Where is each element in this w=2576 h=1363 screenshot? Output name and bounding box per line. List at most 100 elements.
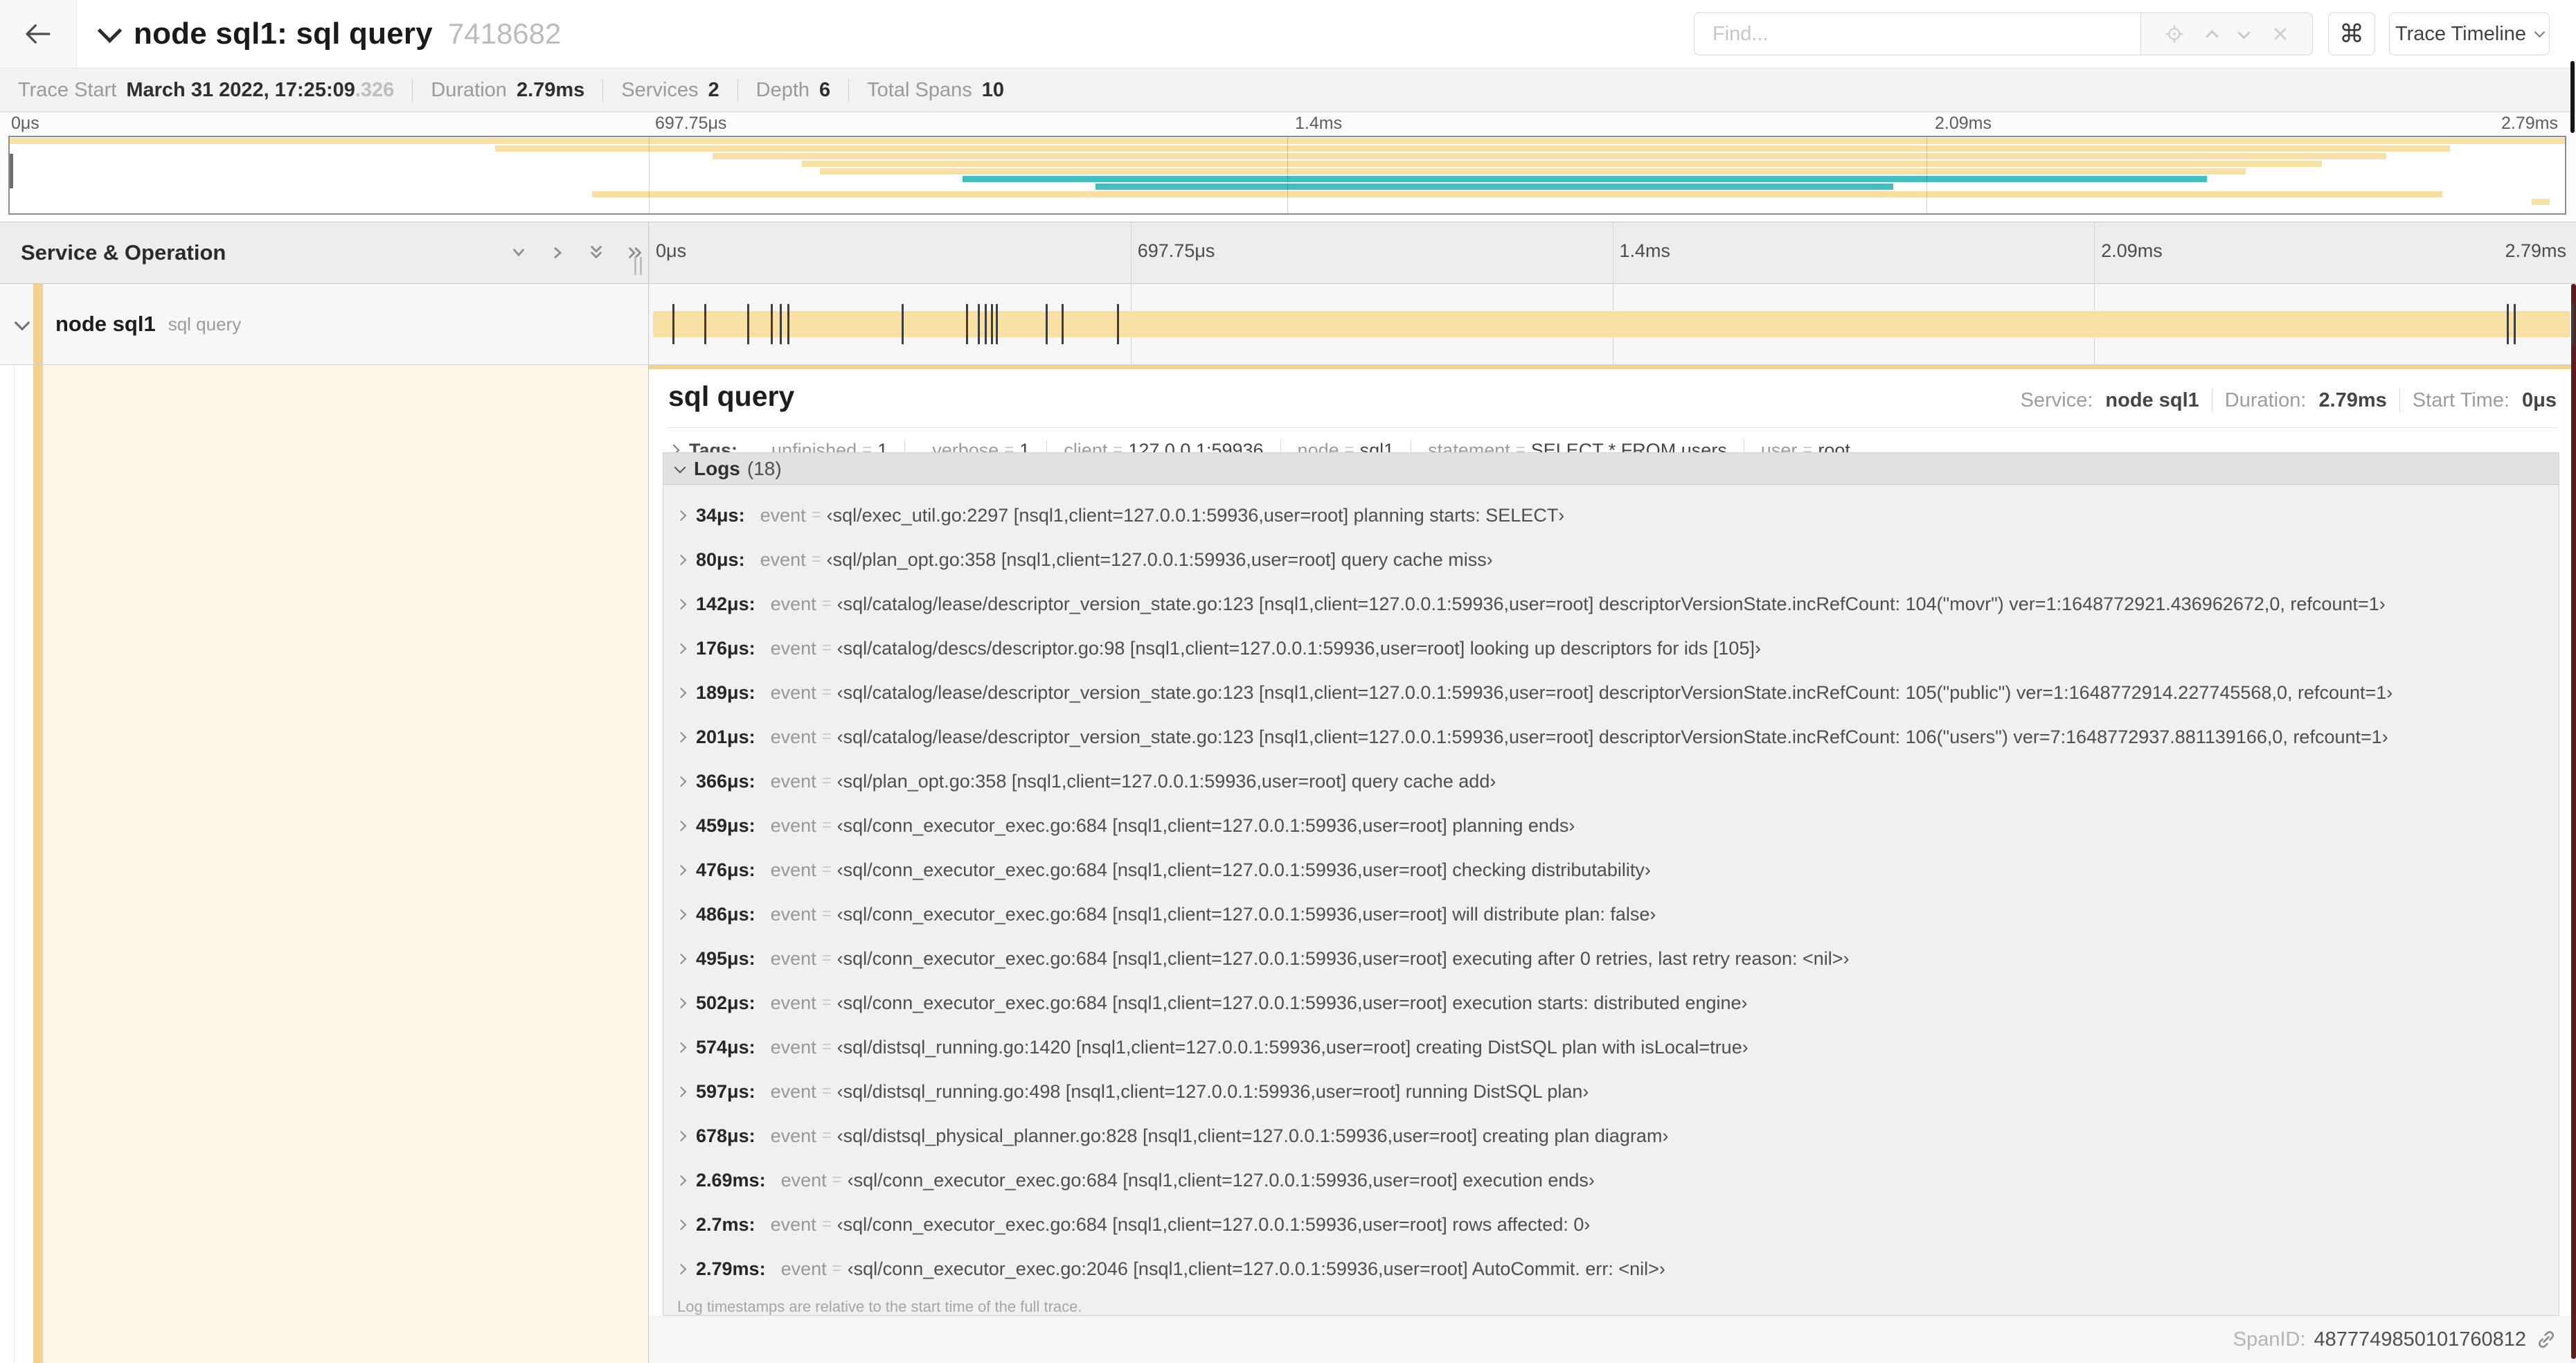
next-match-icon[interactable] (2237, 26, 2251, 39)
log-field-value: ‹sql/catalog/lease/descriptor_version_st… (837, 726, 2388, 747)
minimap-scrub-handle[interactable] (10, 154, 13, 188)
span-row[interactable]: node sql1 sql query (0, 284, 2576, 365)
collapse-one-icon[interactable] (508, 242, 530, 264)
log-field-key: event (770, 726, 816, 747)
log-equals: = (821, 683, 832, 702)
chevron-right-icon (675, 643, 687, 654)
log-marker (995, 304, 998, 344)
trace-info-value: 2 (708, 78, 719, 101)
gridline (1287, 137, 1288, 213)
log-entry[interactable]: 502μs: event = ‹sql/conn_executor_exec.go:6… (675, 981, 2559, 1025)
log-field-value: ‹sql/conn_executor_exec.go:684 [nsql1,cl… (837, 814, 1575, 836)
log-timestamp: 2.7ms: (696, 1213, 755, 1235)
log-timestamp: 597μs: (696, 1080, 755, 1102)
time-tick-label: 1.4ms (1619, 240, 1671, 261)
span-duration-bar[interactable] (653, 311, 2570, 337)
chevron-right-icon (675, 598, 687, 609)
find-input[interactable] (1694, 12, 2141, 55)
time-tick-label: 2.79ms (2501, 114, 2558, 133)
log-equals: = (821, 860, 832, 879)
log-entry[interactable]: 142μs: event = ‹sql/catalog/lease/descripto… (675, 582, 2559, 626)
log-entry[interactable]: 459μs: event = ‹sql/conn_executor_exec.go:6… (675, 803, 2559, 848)
log-equals: = (821, 1037, 832, 1056)
span-service-name: node sql1 (55, 312, 156, 336)
trace-id: 7418682 (447, 17, 562, 50)
log-entry[interactable]: 574μs: event = ‹sql/distsql_running.go:1420… (675, 1025, 2559, 1069)
logs-header[interactable]: Logs (18) (663, 453, 2559, 485)
log-entry[interactable]: 476μs: event = ‹sql/conn_executor_exec.go:6… (675, 848, 2559, 892)
log-timestamp: 678μs: (696, 1125, 755, 1146)
row-collapse-icon[interactable] (14, 314, 30, 331)
trace-info-value: 2.79ms (516, 78, 585, 101)
minimap-canvas[interactable] (8, 136, 2566, 215)
log-entry[interactable]: 678μs: event = ‹sql/distsql_physical_planne… (675, 1114, 2559, 1158)
log-field-key: event (770, 814, 816, 836)
log-entry[interactable]: 366μs: event = ‹sql/plan_opt.go:358 [nsql1,… (675, 759, 2559, 803)
locate-icon[interactable] (2164, 24, 2185, 44)
collapse-all-icon[interactable] (585, 242, 607, 264)
link-icon[interactable] (2534, 1328, 2558, 1351)
duration-label: Duration: (2224, 389, 2307, 411)
log-entry[interactable]: 80μs: event = ‹sql/plan_opt.go:358 [nsql1,c… (675, 537, 2559, 582)
log-field-key: event (770, 770, 816, 792)
log-equals: = (811, 550, 821, 569)
chevron-right-icon (675, 864, 687, 875)
columns-header: Service & Operation 0μs 697.75μs 1.4ms 2.09… (0, 222, 2576, 284)
trace-info-suffix: .326 (355, 78, 395, 101)
log-entry[interactable]: 597μs: event = ‹sql/distsql_running.go:498 … (675, 1069, 2559, 1114)
prev-match-icon[interactable] (2206, 29, 2219, 43)
time-tick-label: 1.4ms (1295, 114, 1343, 133)
log-entry[interactable]: 176μs: event = ‹sql/catalog/descs/descripto… (675, 626, 2559, 670)
log-entry[interactable]: 2.79ms: event = ‹sql/conn_executor_exec.go:… (675, 1247, 2559, 1291)
log-entry[interactable]: 201μs: event = ‹sql/catalog/lease/descripto… (675, 715, 2559, 759)
log-marker (965, 304, 968, 344)
chevron-right-icon (675, 776, 687, 787)
logs-list: 34μs: event = ‹sql/exec_util.go:2297 [nsql1… (663, 485, 2559, 1315)
scrollbar-thumb[interactable] (2571, 284, 2576, 1359)
span-detail-panel: sql query Service: node sql1 Duration: 2… (649, 365, 2576, 1363)
back-button[interactable] (0, 0, 77, 68)
time-tick-label: 0μs (11, 114, 39, 133)
chevron-down-icon[interactable] (97, 18, 123, 43)
log-marker (984, 304, 987, 344)
log-entry[interactable]: 2.7ms: event = ‹sql/conn_executor_exec.go:6… (675, 1202, 2559, 1247)
clear-search-icon[interactable] (2271, 25, 2289, 43)
log-marker (746, 304, 749, 344)
log-timestamp: 2.79ms: (696, 1258, 766, 1279)
log-marker (787, 304, 790, 344)
log-entry[interactable]: 34μs: event = ‹sql/exec_util.go:2297 [nsql1… (675, 493, 2559, 537)
detail-accent-border (649, 365, 2576, 369)
log-field-key: event (770, 682, 816, 703)
column-resizer[interactable] (634, 257, 644, 275)
log-field-value: ‹sql/catalog/descs/descriptor.go:98 [nsq… (837, 637, 1761, 659)
start-time-value: 0μs (2522, 389, 2557, 411)
log-marker (1061, 304, 1064, 344)
log-timestamp: 574μs: (696, 1036, 755, 1058)
log-entry[interactable]: 189μs: event = ‹sql/catalog/lease/descripto… (675, 670, 2559, 715)
trace-info-label: Total Spans (867, 78, 972, 101)
scrollbar-thumb[interactable] (2570, 61, 2575, 133)
page-title: node sql1: sql query (134, 17, 433, 51)
log-equals: = (821, 639, 832, 657)
trace-info-item: Total Spans 10 (848, 78, 1022, 102)
keyboard-shortcuts-button[interactable]: ⌘ (2328, 12, 2375, 55)
chevron-down-icon (674, 461, 686, 473)
view-selector-dropdown[interactable]: Trace Timeline (2389, 12, 2550, 55)
span-row-labels[interactable]: node sql1 sql query (55, 284, 241, 364)
log-equals: = (821, 905, 832, 923)
detail-meta: Service: node sql1 Duration: 2.79ms Star… (2021, 389, 2557, 412)
expand-one-icon[interactable] (546, 242, 569, 264)
minimap-time-labels: 0μs 697.75μs 1.4ms 2.09ms 2.79ms (8, 114, 2568, 134)
log-entry[interactable]: 495μs: event = ‹sql/conn_executor_exec.go:6… (675, 936, 2559, 981)
log-entry[interactable]: 486μs: event = ‹sql/conn_executor_exec.go:6… (675, 892, 2559, 936)
log-entry[interactable]: 2.69ms: event = ‹sql/conn_executor_exec.go:… (675, 1158, 2559, 1202)
column-divider[interactable] (648, 222, 649, 1363)
log-field-key: event (780, 1169, 827, 1191)
log-field-key: event (770, 637, 816, 659)
log-timestamp: 189μs: (696, 682, 755, 703)
log-timestamp: 495μs: (696, 947, 755, 969)
duration-value: 2.79ms (2318, 389, 2387, 411)
log-marker (2507, 304, 2510, 344)
trace-info-value: 10 (981, 78, 1004, 101)
log-field-key: event (770, 947, 816, 969)
